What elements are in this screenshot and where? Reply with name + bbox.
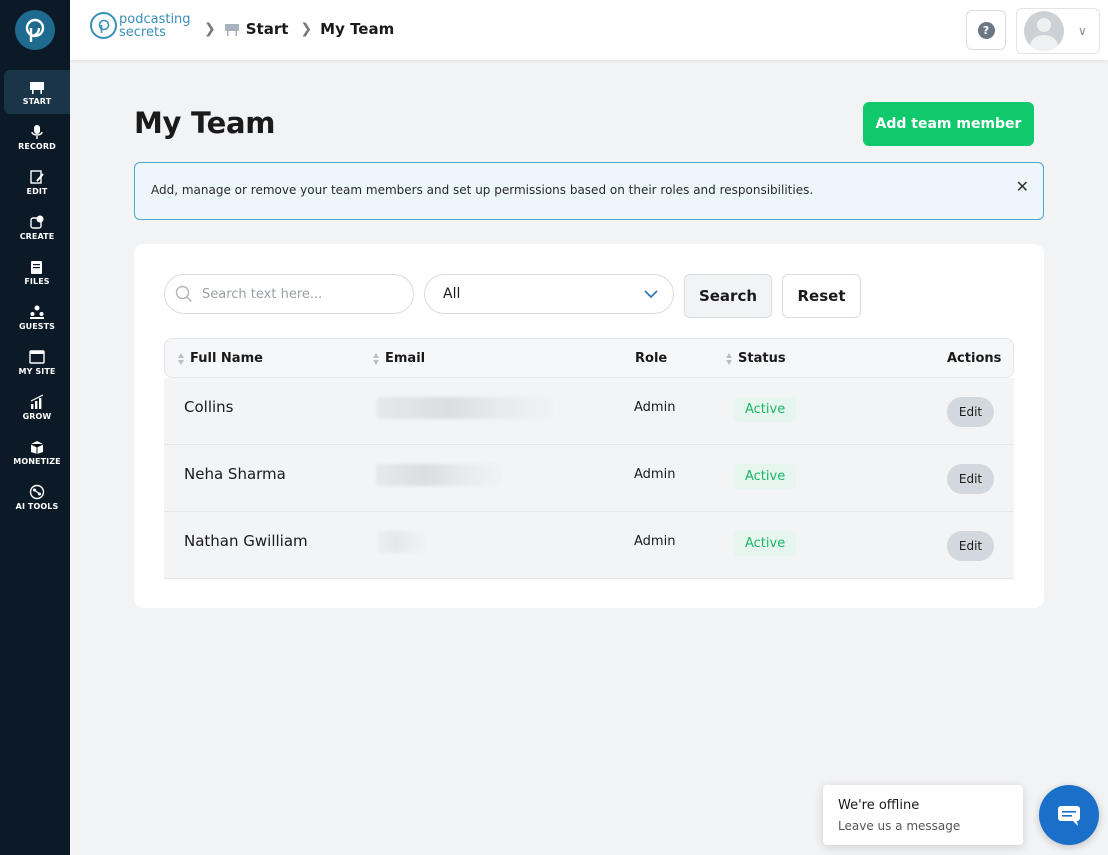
sidebar-item-edit[interactable]: EDIT xyxy=(4,160,70,204)
email-redacted xyxy=(376,464,502,486)
email-redacted xyxy=(378,531,426,553)
sort-icon xyxy=(178,352,184,365)
sidebar-item-label: RECORD xyxy=(18,141,56,151)
role-filter-select[interactable]: All xyxy=(424,274,674,314)
sidebar-item-monetize[interactable]: MONETIZE xyxy=(4,430,70,474)
sidebar-item-grow[interactable]: GROW xyxy=(4,385,70,429)
column-header-actions: Actions xyxy=(947,351,1002,366)
breadcrumb: ❯ Start ❯ My Team xyxy=(204,20,394,38)
status-badge: Active xyxy=(734,397,797,422)
email-redacted xyxy=(377,397,553,419)
sort-icon xyxy=(373,352,379,365)
sidebar-item-label: EDIT xyxy=(26,186,48,196)
brand-name-line1: podcasting xyxy=(119,11,191,27)
info-banner: Add, manage or remove your team members … xyxy=(134,162,1044,220)
column-header-full-name[interactable]: Full Name xyxy=(178,351,263,366)
sidebar-item-label: FILES xyxy=(24,276,50,286)
brand-name-line2: secrets xyxy=(119,24,166,40)
info-banner-text: Add, manage or remove your team members … xyxy=(151,183,814,197)
guests-icon xyxy=(30,305,44,319)
team-card: All Search Reset Full Name Email Role St… xyxy=(134,244,1044,608)
search-icon xyxy=(175,285,192,302)
sidebar-item-guests[interactable]: GUESTS xyxy=(4,295,70,339)
member-name: Nathan Gwilliam xyxy=(184,532,308,550)
chat-offline-bubble[interactable]: We're offline Leave us a message xyxy=(823,785,1023,845)
microphone-icon xyxy=(31,124,43,139)
sidebar-item-label: GUESTS xyxy=(18,321,56,331)
column-header-email[interactable]: Email xyxy=(373,351,425,366)
member-role: Admin xyxy=(634,534,676,549)
status-badge: Active xyxy=(734,531,797,556)
close-icon[interactable]: ✕ xyxy=(1016,177,1029,196)
sidebar-item-create[interactable]: CREATE xyxy=(4,205,70,249)
monetize-icon xyxy=(30,440,44,454)
start-icon xyxy=(30,81,44,94)
member-role: Admin xyxy=(634,400,676,415)
chevron-down-icon: ∨ xyxy=(1078,24,1087,38)
table-row: Nathan Gwilliam Admin Active Edit xyxy=(164,512,1014,579)
avatar xyxy=(1024,11,1064,51)
sidebar-item-my-site[interactable]: MY SITE xyxy=(4,340,70,384)
user-menu-button[interactable]: ∨ xyxy=(1016,8,1100,54)
sidebar-item-files[interactable]: FILES xyxy=(4,250,70,294)
sidebar-item-label: GROW xyxy=(22,411,52,421)
status-badge: Active xyxy=(734,464,797,489)
sidebar-item-label: CREATE xyxy=(19,231,55,241)
breadcrumb-current: My Team xyxy=(320,20,395,38)
table-row: Collins Admin Active Edit xyxy=(164,378,1014,445)
site-icon xyxy=(29,349,45,364)
logo-icon xyxy=(25,18,45,42)
role-filter-value: All xyxy=(443,286,461,302)
table-header: Full Name Email Role Status Actions xyxy=(164,338,1014,378)
chevron-right-icon: ❯ xyxy=(204,21,216,37)
sidebar-item-start[interactable]: START xyxy=(4,70,70,114)
chevron-down-icon xyxy=(644,290,658,299)
column-header-status[interactable]: Status xyxy=(726,351,786,366)
member-name: Neha Sharma xyxy=(184,465,286,483)
reset-button[interactable]: Reset xyxy=(782,274,861,318)
member-role: Admin xyxy=(634,467,676,482)
sort-icon xyxy=(726,352,732,365)
grow-icon xyxy=(30,393,44,409)
top-header: podcasting secrets ❯ Start ❯ My Team ? ∨ xyxy=(70,0,1108,60)
question-icon: ? xyxy=(977,21,995,39)
add-team-member-button[interactable]: Add team member xyxy=(863,102,1034,146)
edit-button[interactable]: Edit xyxy=(947,464,994,494)
files-icon xyxy=(31,260,42,274)
edit-button[interactable]: Edit xyxy=(947,397,994,427)
sidebar-item-ai-tools[interactable]: AI TOOLS xyxy=(4,475,70,519)
app-logo[interactable] xyxy=(15,10,55,50)
sidebar-item-record[interactable]: RECORD xyxy=(4,115,70,159)
sidebar: START RECORD EDIT CREATE FILES GUESTS MY… xyxy=(0,0,70,855)
member-name: Collins xyxy=(184,398,234,416)
edit-icon xyxy=(30,169,44,184)
create-icon xyxy=(30,215,44,229)
chevron-right-icon: ❯ xyxy=(300,21,313,37)
table-row: Neha Sharma Admin Active Edit xyxy=(164,445,1014,512)
chat-launcher-button[interactable] xyxy=(1039,785,1099,845)
chat-status-title: We're offline xyxy=(838,798,920,813)
edit-button[interactable]: Edit xyxy=(947,531,994,561)
sidebar-item-label: AI TOOLS xyxy=(15,501,59,511)
page-title: My Team xyxy=(134,106,276,140)
column-header-role: Role xyxy=(635,351,668,366)
podcast-logo-icon xyxy=(90,12,117,39)
breadcrumb-start[interactable]: Start xyxy=(246,20,289,38)
chat-status-subtitle: Leave us a message xyxy=(838,819,961,833)
ai-tools-icon xyxy=(29,484,45,499)
brand-logo[interactable]: podcasting secrets xyxy=(90,12,191,39)
search-button[interactable]: Search xyxy=(684,274,772,318)
sidebar-item-label: MY SITE xyxy=(18,366,56,376)
help-button[interactable]: ? xyxy=(966,10,1006,50)
chat-icon xyxy=(1058,806,1080,826)
search-input[interactable] xyxy=(164,274,414,314)
start-icon xyxy=(224,24,239,36)
sidebar-item-label: START xyxy=(22,96,52,106)
sidebar-item-label: MONETIZE xyxy=(13,456,61,466)
